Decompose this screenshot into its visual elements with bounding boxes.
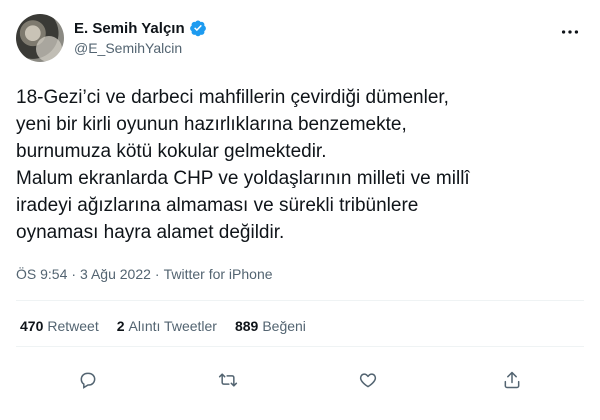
meta-separator: ·: [154, 266, 160, 282]
tweet-date[interactable]: 3 Ağu 2022: [80, 266, 151, 282]
retweet-arrows-icon[interactable]: [216, 368, 240, 392]
likes-stat[interactable]: 889 Beğeni: [235, 318, 306, 334]
quotes-count: 2: [116, 318, 125, 334]
meta-separator: ·: [71, 266, 77, 282]
reply-bubble-icon[interactable]: [76, 368, 100, 392]
user-handle[interactable]: @E_SemihYalcin: [74, 40, 207, 56]
verified-badge-icon: [189, 19, 207, 37]
tweet-text: 18-Gezi’ci ve darbeci mahfillerin çevird…: [16, 87, 470, 243]
tweet-header: E. Semih Yalçın @E_SemihYalcin: [16, 12, 584, 64]
divider: [16, 300, 584, 301]
likes-count: 889: [234, 318, 259, 334]
tweet-card: E. Semih Yalçın @E_SemihYalcin 18-Gezi’c…: [0, 0, 600, 420]
heart-icon[interactable]: [356, 368, 380, 392]
tweet-stats: 470 Retweet 2 Alıntı Tweetler 889 Beğeni: [20, 318, 306, 334]
display-name-row: E. Semih Yalçın: [74, 18, 207, 38]
likes-label: Beğeni: [262, 318, 306, 334]
quotes-label: Alıntı Tweetler: [128, 318, 217, 334]
tweet-time[interactable]: ÖS 9:54: [16, 266, 67, 282]
tweet-source[interactable]: Twitter for iPhone: [164, 266, 273, 282]
avatar[interactable]: [16, 14, 64, 62]
tweet-meta: ÖS 9:54 · 3 Ağu 2022 · Twitter for iPhon…: [16, 266, 273, 282]
retweets-count: 470: [20, 318, 44, 334]
quotes-stat[interactable]: 2 Alıntı Tweetler: [117, 318, 217, 334]
share-upload-icon[interactable]: [500, 368, 524, 392]
display-name[interactable]: E. Semih Yalçın: [74, 20, 185, 37]
tweet-actions: [16, 362, 584, 398]
more-horizontal-icon[interactable]: [556, 22, 584, 42]
user-names: E. Semih Yalçın @E_SemihYalcin: [74, 18, 207, 56]
retweets-stat[interactable]: 470 Retweet: [20, 318, 99, 334]
retweets-label: Retweet: [47, 318, 99, 334]
divider: [16, 346, 584, 347]
